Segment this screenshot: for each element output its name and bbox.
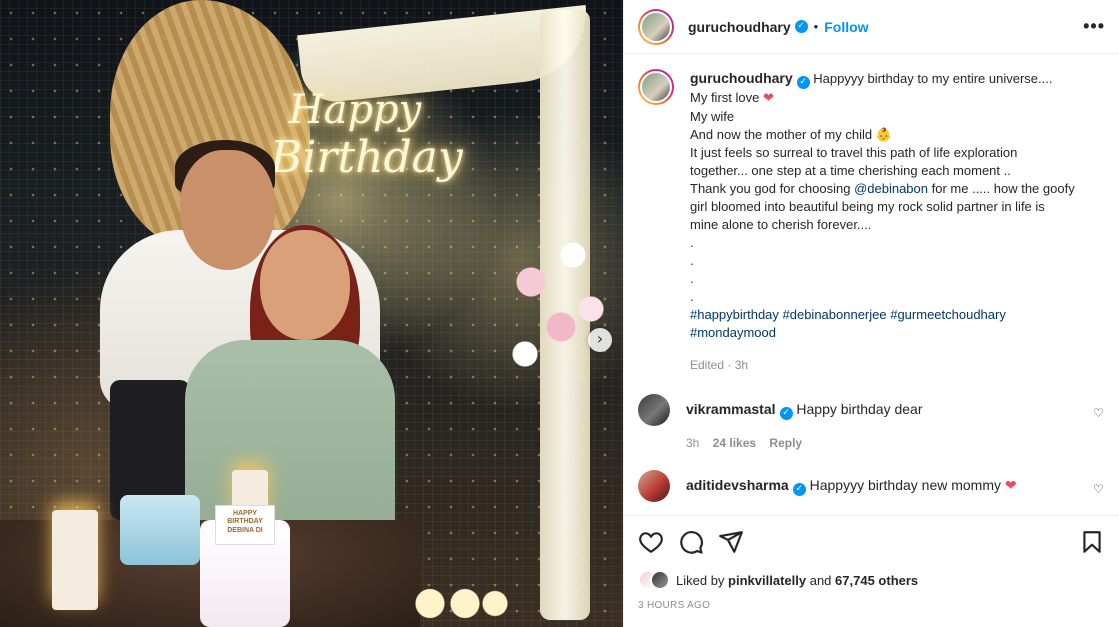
caption-username[interactable]: guruchoudhary <box>690 70 793 86</box>
pillar-candle <box>52 510 98 610</box>
verified-icon: ✓ <box>792 483 806 496</box>
liker-avatar <box>650 570 670 590</box>
caption-line: My wife <box>690 109 735 124</box>
chevron-right-icon[interactable]: › <box>588 328 612 352</box>
post-photo[interactable]: Happy Birthday HAPPY BIRTHDAY DEBINA DI … <box>0 0 623 627</box>
verified-icon: ✓ <box>779 407 793 420</box>
post-sidebar: guruchoudhary ✓ • Follow ••• guruchoudha… <box>623 0 1119 627</box>
mention-link[interactable]: @debinabon <box>854 181 928 196</box>
likes-and: and <box>809 572 832 588</box>
reply-button[interactable]: Reply <box>769 436 802 450</box>
comment-avatar[interactable] <box>638 394 670 426</box>
follow-button[interactable]: Follow <box>824 19 868 35</box>
neon-line-1: Happy <box>288 87 422 133</box>
caption-line: mine alone to cherish forever.... <box>690 217 872 232</box>
caption-dot: . <box>690 289 694 304</box>
comment-body: vikrammastal ✓ Happy birthday dear 3h 24 … <box>686 394 922 452</box>
comment-text: Happy birthday dear <box>796 401 923 417</box>
neon-sign: Happy Birthday <box>270 87 463 183</box>
caption-line: for me ..... how the goofy <box>931 181 1075 196</box>
bookmark-icon[interactable] <box>1079 529 1105 555</box>
avatar[interactable] <box>638 8 674 45</box>
comment-username[interactable]: vikrammastal <box>686 401 776 417</box>
caption-line: My first love <box>690 90 760 105</box>
comment-meta: 3h 24 likes Reply <box>686 434 922 452</box>
caption-body: guruchoudhary ✓ Happyyy birthday to my en… <box>690 69 1075 374</box>
caption-line: girl bloomed into beautiful being my roc… <box>690 199 1045 214</box>
heart-emoji: ❤ <box>1004 478 1017 494</box>
verified-icon: ✓ <box>796 76 810 89</box>
neon-line-2: Birthday <box>270 132 463 183</box>
verified-icon: ✓ <box>794 20 808 33</box>
caption-dot: . <box>690 235 694 250</box>
comment-body: aditidevsharma ✓ Happyyy birthday new mom… <box>686 470 1017 502</box>
heart-icon[interactable] <box>638 529 664 555</box>
caption-line: It just feels so surreal to travel this … <box>690 145 1018 160</box>
hashtags[interactable]: #happybirthday #debinabonnerjee #gurmeet… <box>690 306 1075 324</box>
comment-time: 3h <box>686 436 700 450</box>
comment-item: aditidevsharma ✓ Happyyy birthday new mom… <box>638 470 1105 502</box>
hashtags[interactable]: #mondaymood <box>690 324 1075 342</box>
comment-text: Happyyy birthday new mommy <box>809 477 1002 493</box>
more-icon[interactable]: ••• <box>1083 16 1105 37</box>
woman-head <box>260 230 350 340</box>
flower-arrangement <box>495 210 615 390</box>
comment-username[interactable]: aditidevsharma <box>686 477 789 493</box>
heart-icon[interactable]: ♡ <box>1093 482 1105 496</box>
caption-line: together... one step at a time cherishin… <box>690 163 1011 178</box>
caption-line: Thank you god for choosing <box>690 181 851 196</box>
likes-text: Liked by pinkvillatelly and 67,745 other… <box>676 573 918 588</box>
likes-summary: Liked by pinkvillatelly and 67,745 other… <box>638 570 1105 590</box>
baby-emoji: 👶 <box>875 127 892 142</box>
caption-dot: . <box>690 253 694 268</box>
blue-cake <box>120 495 200 565</box>
post-header: guruchoudhary ✓ • Follow ••• <box>624 0 1119 54</box>
comment-icon[interactable] <box>678 529 704 555</box>
caption-meta: Edited · 3h <box>690 358 749 372</box>
heart-icon[interactable]: ♡ <box>1093 406 1105 420</box>
likes-others[interactable]: 67,745 others <box>835 573 918 588</box>
likes-prefix: Liked by <box>676 572 725 588</box>
liker-username[interactable]: pinkvillatelly <box>728 573 806 588</box>
comment-avatar[interactable] <box>638 470 670 502</box>
post-actions: Liked by pinkvillatelly and 67,745 other… <box>624 515 1119 611</box>
comments-section[interactable]: guruchoudhary ✓ Happyyy birthday to my en… <box>624 55 1119 515</box>
caption-line: And now the mother of my child <box>690 127 873 142</box>
cake-topper-card: HAPPY BIRTHDAY DEBINA DI <box>215 505 275 545</box>
caption-line: Happyyy birthday to my entire universe..… <box>813 71 1053 86</box>
caption-dot: . <box>690 271 694 286</box>
share-icon[interactable] <box>718 529 744 555</box>
action-icons <box>638 528 1105 556</box>
post-time: 3 HOURS AGO <box>638 600 711 611</box>
floor-candles <box>410 580 510 627</box>
comment-likes[interactable]: 24 likes <box>713 436 756 450</box>
header-separator: • <box>813 19 819 34</box>
header-username[interactable]: guruchoudhary <box>688 19 791 35</box>
comment-item: vikrammastal ✓ Happy birthday dear 3h 24 … <box>638 394 1105 452</box>
caption-avatar[interactable] <box>638 69 674 105</box>
caption: guruchoudhary ✓ Happyyy birthday to my en… <box>638 69 1105 374</box>
man-head <box>180 150 275 270</box>
heart-emoji: ❤ <box>762 91 774 106</box>
